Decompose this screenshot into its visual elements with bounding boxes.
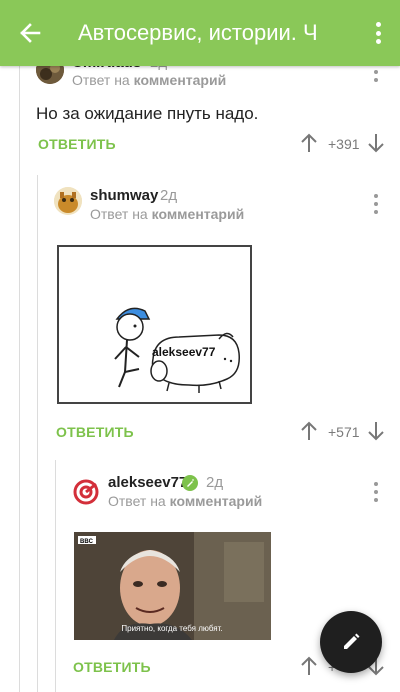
- downvote-icon[interactable]: [366, 133, 386, 153]
- comment-image[interactable]: BBC Приятно, когда тебя любят.: [74, 532, 271, 640]
- meme-photo: BBC Приятно, когда тебя любят.: [74, 532, 271, 640]
- arrow-back-icon: [20, 23, 41, 43]
- comment-username[interactable]: alekseev77: [108, 474, 187, 491]
- comment-rating: +391: [328, 136, 360, 152]
- reply-target-link[interactable]: комментарий: [170, 493, 263, 509]
- reply-prefix: Ответ на: [108, 493, 166, 509]
- comment-text: Но за ожидание пнуть надо.: [36, 104, 259, 123]
- reply-target-link[interactable]: комментарий: [152, 206, 245, 222]
- reply-target-link[interactable]: комментарий: [134, 72, 227, 88]
- back-button[interactable]: [0, 0, 60, 66]
- reply-button[interactable]: ОТВЕТИТЬ: [38, 136, 116, 152]
- reply-to: Ответ на комментарий: [90, 206, 244, 222]
- pencil-icon: [344, 633, 360, 649]
- comment-username[interactable]: shumway: [90, 187, 158, 204]
- thread-line: [19, 66, 20, 692]
- comment-rating: +571: [328, 424, 360, 440]
- upvote-icon[interactable]: [299, 133, 319, 153]
- reply-to: Ответ на комментарий: [72, 72, 226, 88]
- comment-menu-icon[interactable]: [368, 194, 384, 214]
- app-bar: Автосервис, истории. Ч: [0, 0, 400, 66]
- verified-icon: [182, 475, 198, 491]
- comment-date: 2д: [206, 474, 224, 491]
- comic-drawing: alekseev77: [114, 307, 240, 393]
- thread-line: [37, 175, 38, 692]
- image-caption: Приятно, когда тебя любят.: [121, 624, 222, 633]
- upvote-icon[interactable]: [299, 656, 319, 676]
- comment-image[interactable]: alekseev77: [57, 245, 252, 404]
- comments-feed: Cm.Klaus 2д Ответ на комментарий Но за о…: [0, 0, 400, 692]
- comment-date: 2д: [160, 187, 178, 204]
- reply-prefix: Ответ на: [90, 206, 148, 222]
- reply-button[interactable]: ОТВЕТИТЬ: [73, 659, 151, 675]
- page-title: Автосервис, истории. Ч: [78, 20, 318, 45]
- upvote-icon[interactable]: [299, 421, 319, 441]
- comment-menu-icon[interactable]: [368, 482, 384, 502]
- compose-button[interactable]: [320, 611, 382, 673]
- reply-to: Ответ на комментарий: [108, 493, 262, 509]
- downvote-icon[interactable]: [366, 421, 386, 441]
- reply-prefix: Ответ на: [72, 72, 130, 88]
- avatar[interactable]: [72, 478, 100, 506]
- avatar[interactable]: [54, 187, 82, 215]
- image-label: alekseev77: [152, 345, 216, 359]
- image-badge: BBC: [80, 539, 94, 545]
- reply-button[interactable]: ОТВЕТИТЬ: [56, 424, 134, 440]
- thread-line: [55, 460, 56, 692]
- more-vert-icon[interactable]: [366, 20, 390, 46]
